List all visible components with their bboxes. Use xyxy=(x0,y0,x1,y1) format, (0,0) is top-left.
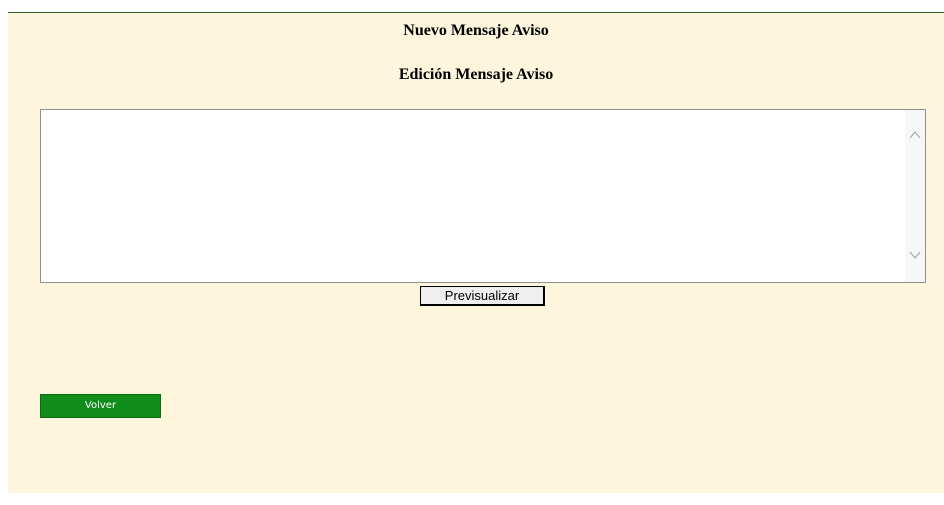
back-button[interactable]: Volver xyxy=(40,394,161,418)
preview-button[interactable]: Previsualizar xyxy=(420,286,545,306)
message-editor xyxy=(40,109,926,283)
page-title: Nuevo Mensaje Aviso xyxy=(403,22,549,39)
page-container: Nuevo Mensaje Aviso Edición Mensaje Avis… xyxy=(8,12,944,493)
chevron-up-icon[interactable] xyxy=(908,128,922,142)
textarea-scrollbar[interactable] xyxy=(905,110,925,282)
chevron-down-icon[interactable] xyxy=(908,248,922,262)
section-title: Edición Mensaje Aviso xyxy=(398,66,554,83)
message-textarea[interactable] xyxy=(41,110,907,282)
